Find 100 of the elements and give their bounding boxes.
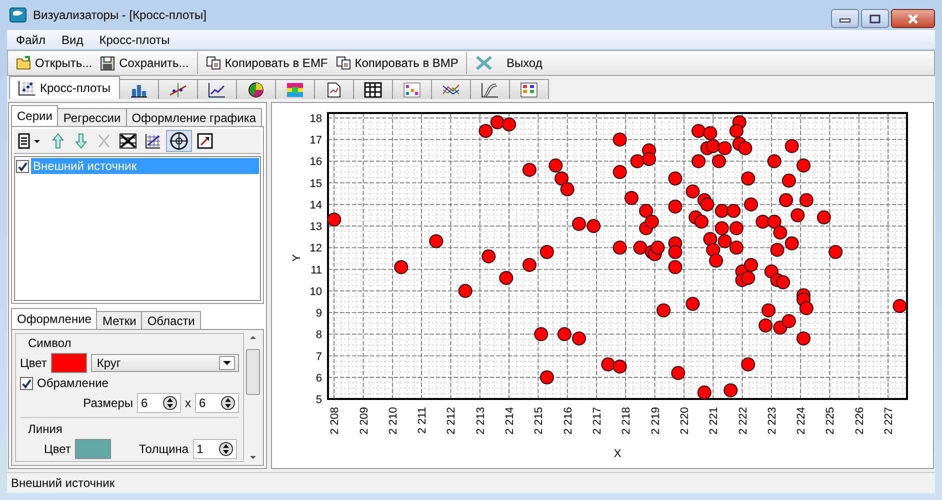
- y-axis-label: Y: [291, 254, 303, 262]
- x-tick-label: 2 215: [533, 407, 546, 435]
- dot-table-icon: [402, 82, 420, 98]
- checkbox[interactable]: [20, 376, 33, 390]
- heatmap-icon: [286, 82, 304, 98]
- color-swatch[interactable]: [74, 439, 111, 459]
- x-tick-label: 2 216: [562, 407, 574, 435]
- cross-icon: [96, 132, 112, 150]
- y-tick-label: 6: [316, 372, 322, 384]
- toolbar-button[interactable]: Открыть...: [12, 52, 96, 74]
- chart-type-tab[interactable]: [314, 79, 354, 99]
- x-tick-label: 2 225: [824, 407, 837, 435]
- curve-icon: [480, 82, 498, 98]
- chart-type-tab[interactable]: [236, 79, 276, 99]
- shape-dropdown[interactable]: Круг: [90, 354, 239, 372]
- copy-icon: [206, 56, 222, 70]
- x-tick-label: 2 217: [592, 407, 604, 435]
- menu-item[interactable]: Вид: [56, 32, 90, 46]
- y-tick-label: 17: [310, 134, 322, 147]
- close-button[interactable]: [891, 9, 935, 28]
- y-tick-label: 16: [310, 156, 322, 168]
- line-chart-icon: [208, 82, 226, 98]
- x-tick-label: 2 223: [766, 407, 778, 435]
- panel-tab[interactable]: Метки: [96, 311, 142, 329]
- caret-icon: [219, 356, 235, 370]
- toolbar-button[interactable]: Выход: [466, 52, 546, 74]
- down-arrow-icon: [73, 132, 89, 150]
- x-tick-label: 2 222: [737, 407, 750, 435]
- toolbar-button[interactable]: [166, 130, 192, 152]
- y-tick-label: 10: [310, 286, 322, 298]
- chart-type-tab[interactable]: [196, 79, 236, 99]
- exit-icon: [475, 55, 494, 71]
- y-tick-label: 7: [316, 350, 322, 363]
- height-spinner[interactable]: 6: [195, 393, 239, 413]
- checkbox[interactable]: [16, 160, 29, 172]
- times-sign: x: [185, 396, 191, 410]
- thickness-label: Толщина: [138, 442, 189, 456]
- scrollbar[interactable]: [246, 333, 260, 462]
- menu-item[interactable]: Файл: [10, 32, 52, 46]
- color-swatch[interactable]: [50, 353, 87, 373]
- x-tick-label: 2 209: [358, 407, 370, 435]
- scatter-plot-icon: [18, 80, 36, 96]
- thickness-spinner[interactable]: 1: [192, 439, 237, 459]
- grid-icon: [364, 82, 382, 98]
- x-tick-label: 2 213: [474, 407, 487, 435]
- x-tick-label: 2 226: [854, 407, 866, 435]
- minimize-button[interactable]: [831, 9, 859, 28]
- chart-type-tab[interactable]: Кросс-плоты: [9, 76, 120, 99]
- chart-type-tab[interactable]: [470, 79, 510, 99]
- width-spinner[interactable]: 6: [137, 393, 181, 413]
- toolbar-button[interactable]: Копировать в EMF: [196, 52, 332, 74]
- x-tick-label: 2 221: [708, 407, 720, 435]
- y-tick-label: 18: [310, 112, 322, 125]
- y-tick-label: 9: [316, 308, 322, 320]
- panel-tab[interactable]: Серии: [11, 105, 58, 126]
- panel-tab[interactable]: Регрессии: [57, 108, 127, 126]
- toolbar-button[interactable]: Копировать в BMP: [332, 52, 462, 74]
- size-label: Размеры: [83, 396, 133, 410]
- panel-tab[interactable]: Оформление графика: [126, 108, 262, 126]
- trend-line-icon: [168, 82, 186, 98]
- maximize-icon: [869, 14, 881, 24]
- y-tick-label: 8: [316, 329, 322, 342]
- x-tick-label: 2 218: [620, 407, 633, 435]
- panel-tab[interactable]: Оформление: [11, 308, 98, 329]
- y-tick-label: 14: [310, 199, 322, 212]
- up-arrow-icon: [50, 132, 66, 150]
- group-title: Символ: [28, 336, 72, 350]
- maximize-button[interactable]: [861, 9, 889, 28]
- table-icon: [520, 82, 538, 98]
- color-label: Цвет: [20, 356, 47, 370]
- x-tick-label: 2 227: [883, 407, 896, 435]
- list-icon: [17, 132, 43, 150]
- y-tick-label: 11: [310, 264, 322, 276]
- x-tick-label: 2 212: [446, 407, 458, 435]
- app-icon: [9, 7, 27, 23]
- document-icon: [324, 82, 342, 98]
- y-tick-label: 12: [310, 242, 322, 255]
- crosshair-icon: [169, 131, 189, 151]
- color-label: Цвет: [44, 442, 71, 456]
- chart-type-tab[interactable]: [352, 79, 392, 99]
- y-tick-label: 15: [310, 178, 322, 190]
- y-tick-label: 5: [316, 394, 322, 406]
- checkbox-label: Обрамление: [37, 376, 108, 390]
- chart-icon: [144, 132, 162, 150]
- x-tick-label: 2 211: [416, 407, 429, 434]
- x-tick-label: 2 214: [504, 407, 516, 435]
- pie-chart-icon: [246, 82, 264, 98]
- menu-item[interactable]: Кросс-плоты: [93, 32, 176, 46]
- close-icon: [906, 14, 920, 24]
- spin-arrows-icon: [218, 441, 233, 457]
- spin-arrows-icon: [221, 395, 235, 411]
- y-tick-label: 13: [310, 221, 322, 234]
- x-tick-label: 2 210: [387, 407, 400, 435]
- group-title: Линия: [28, 422, 64, 436]
- panel-tab[interactable]: Области: [141, 311, 201, 329]
- x-tick-label: 2 208: [329, 407, 342, 435]
- line-chart-icon: [442, 82, 460, 98]
- spin-arrows-icon: [163, 395, 177, 411]
- status-text: Внешний источник: [11, 476, 115, 490]
- toolbar-button[interactable]: Сохранить...: [96, 52, 193, 74]
